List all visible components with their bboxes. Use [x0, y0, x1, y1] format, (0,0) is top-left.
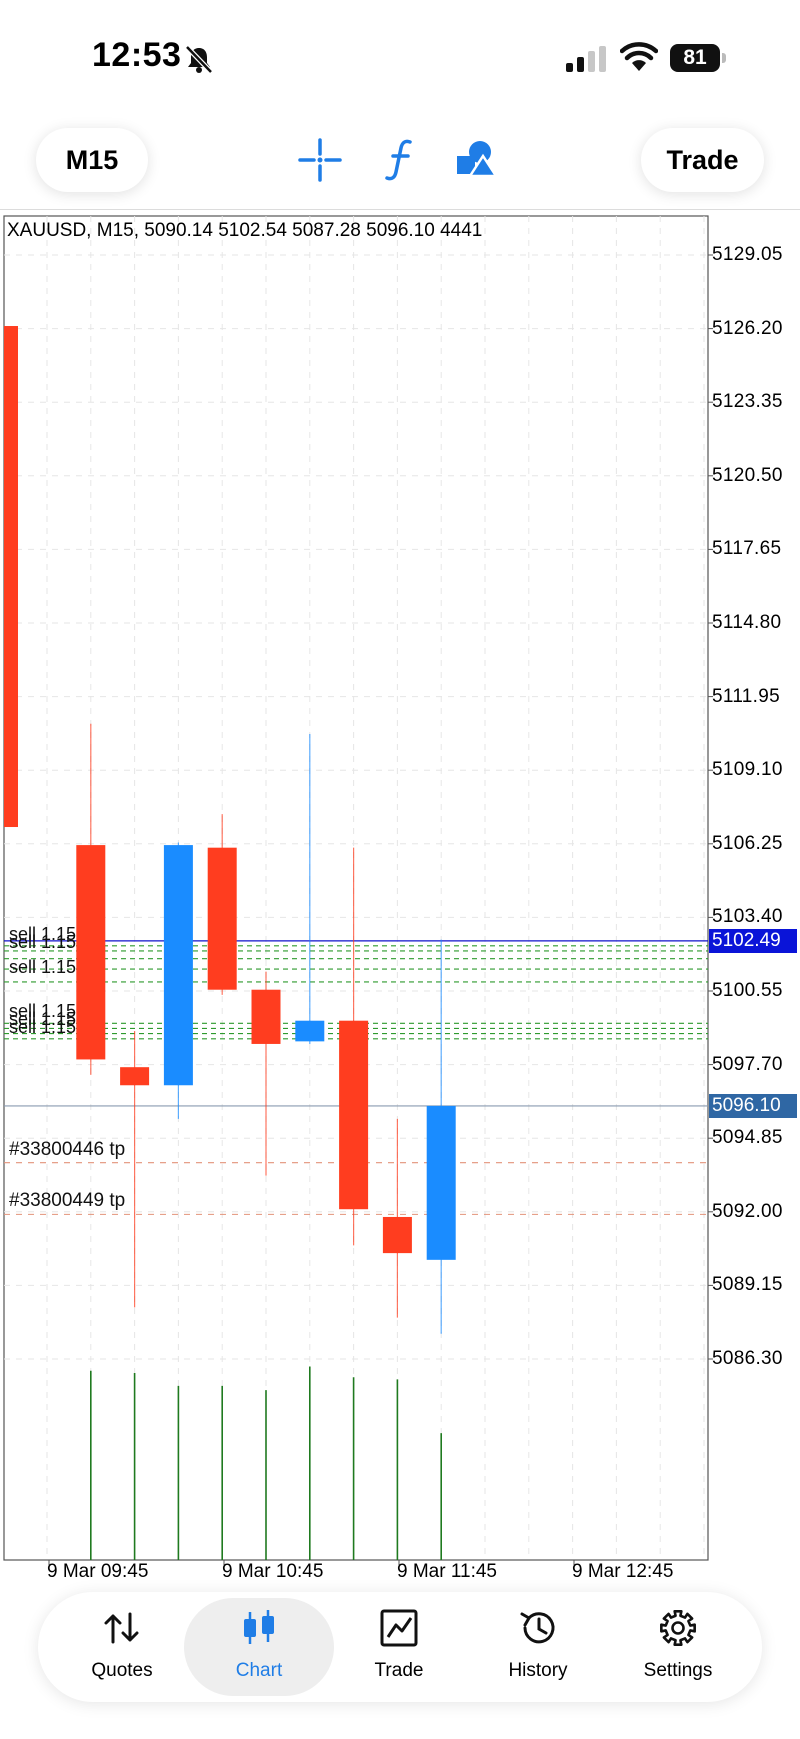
time-axis-label: 9 Mar 12:45	[572, 1561, 674, 1582]
price-axis-label: 5103.40	[712, 906, 783, 928]
chart-area[interactable]: XAUUSD, M15, 5090.14 5102.54 5087.28 509…	[0, 212, 800, 1592]
nav-history[interactable]: History	[463, 1598, 613, 1696]
price-axis-label: 5086.30	[712, 1348, 783, 1369]
price-axis-label: 5097.70	[712, 1053, 783, 1075]
battery-indicator: 81	[670, 44, 726, 72]
price-chart[interactable]	[0, 212, 800, 1592]
function-icon[interactable]	[372, 132, 428, 188]
battery-tip	[722, 53, 726, 63]
candle-body-bear	[207, 847, 237, 990]
time-axis-label: 9 Mar 10:45	[222, 1561, 324, 1582]
nav-quotes[interactable]: Quotes	[47, 1598, 197, 1696]
price-axis-label: 5094.85	[712, 1127, 783, 1149]
nav-chart[interactable]: Chart	[184, 1598, 334, 1696]
price-axis-label: 5111.95	[712, 685, 780, 707]
price-axis-label: 5120.50	[712, 464, 783, 486]
bid-price-tag: 5102.49	[709, 928, 797, 953]
nav-settings-label: Settings	[643, 1660, 713, 1681]
nav-trade[interactable]: Trade	[324, 1598, 474, 1696]
status-bar: 12:53 81	[0, 0, 800, 110]
nav-history-label: History	[508, 1660, 568, 1681]
candle-body-bull	[163, 845, 193, 1086]
chart-icon	[244, 1610, 274, 1644]
history-icon	[520, 1612, 555, 1644]
price-axis-label: 5100.55	[712, 980, 783, 1001]
price-axis-label: 5126.20	[712, 317, 783, 339]
nav-settings[interactable]: Settings	[603, 1598, 753, 1696]
order-label: sell 1.15	[9, 932, 77, 952]
price-axis-label: 5109.10	[712, 759, 783, 781]
trade-button[interactable]: Trade	[641, 128, 764, 192]
candle-body-bear	[382, 1216, 412, 1254]
candle-body-bull	[295, 1020, 325, 1042]
take-profit-label: #33800446 tp	[9, 1138, 126, 1160]
time-axis-label: 9 Mar 11:45	[397, 1561, 497, 1582]
objects-icon[interactable]	[448, 132, 504, 188]
trade-icon	[380, 1609, 418, 1647]
candle-body-bear	[4, 326, 18, 828]
candle-body-bull	[426, 1105, 456, 1260]
crosshair-icon[interactable]	[292, 132, 348, 188]
price-axis-label: 5114.80	[712, 612, 782, 633]
nav-quotes-label: Quotes	[91, 1660, 153, 1681]
settings-icon	[660, 1610, 696, 1646]
take-profit-label: #33800449 tp	[9, 1190, 126, 1212]
candle-body-bear	[339, 1020, 369, 1210]
chart-toolbar: M15 Trade	[0, 110, 800, 210]
chart-info-line: XAUUSD, M15, 5090.14 5102.54 5087.28 509…	[7, 220, 483, 241]
nav-trade-label: Trade	[374, 1660, 424, 1681]
gear-center	[671, 1621, 685, 1635]
price-axis-label: 5092.00	[712, 1200, 783, 1222]
bell-muted-icon	[185, 45, 213, 74]
bottom-navigation: Quotes Chart Trade History Settings	[38, 1592, 762, 1702]
order-label: sell 1.15	[9, 1017, 77, 1037]
price-axis-label: 5089.15	[712, 1274, 783, 1296]
price-axis-label: 5123.35	[712, 391, 783, 413]
last-price-tag: 5096.10	[709, 1093, 797, 1118]
order-label: sell 1.15	[9, 957, 77, 977]
cellular-signal-icon	[566, 46, 606, 72]
nav-chart-label: Chart	[235, 1660, 283, 1681]
wifi-icon	[620, 42, 658, 71]
quotes-icon	[104, 1612, 139, 1644]
candle-body-bear	[120, 1067, 150, 1086]
price-axis-label: 5117.65	[712, 538, 782, 560]
battery-level: 81	[683, 46, 707, 69]
price-axis-label: 5106.25	[712, 832, 783, 854]
status-time: 12:53	[92, 36, 182, 74]
chart-frame	[3, 215, 709, 1561]
timeframe-button[interactable]: M15	[36, 128, 148, 192]
time-axis-label: 9 Mar 09:45	[47, 1561, 149, 1582]
candle-body-bear	[76, 845, 106, 1060]
gear-outline	[660, 1610, 696, 1646]
candle-body-bear	[251, 989, 281, 1044]
price-axis-label: 5129.05	[712, 244, 783, 265]
